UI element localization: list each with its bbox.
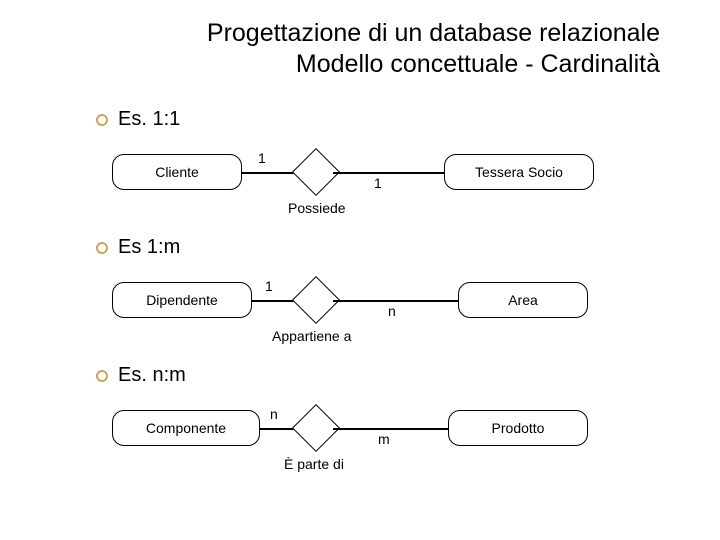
entity-label: Dipendente <box>146 292 218 308</box>
entity-label: Cliente <box>155 164 199 180</box>
cardinality-left-2: 1 <box>265 278 273 294</box>
heading-text-1: Es. 1:1 <box>118 108 180 131</box>
title-line-1: Progettazione di un database relazionale <box>207 19 660 47</box>
title-line-2: Modello concettuale - Cardinalità <box>296 50 660 78</box>
bullet-icon <box>96 370 108 382</box>
entity-area: Area <box>458 282 588 318</box>
section-heading-3: Es. n:m <box>96 364 186 387</box>
entity-label: Prodotto <box>492 420 545 436</box>
connector-line <box>333 428 448 430</box>
connector-line <box>333 172 444 174</box>
cardinality-right-1: 1 <box>374 175 382 191</box>
relationship-label-1: Possiede <box>288 200 346 216</box>
heading-text-2: Es 1:m <box>118 236 180 259</box>
heading-text-3: Es. n:m <box>118 364 186 387</box>
bullet-icon <box>96 114 108 126</box>
entity-dipendente: Dipendente <box>112 282 252 318</box>
cardinality-right-2: n <box>388 303 396 319</box>
entity-label: Tessera Socio <box>475 164 563 180</box>
entity-prodotto: Prodotto <box>448 410 588 446</box>
connector-line <box>242 172 299 174</box>
bullet-icon <box>96 242 108 254</box>
section-heading-1: Es. 1:1 <box>96 108 180 131</box>
slide-title: Progettazione di un database relazionale… <box>207 18 660 81</box>
section-heading-2: Es 1:m <box>96 236 180 259</box>
cardinality-left-1: 1 <box>258 150 266 166</box>
entity-label: Componente <box>146 420 226 436</box>
relationship-label-3: È parte di <box>284 456 344 472</box>
cardinality-left-3: n <box>270 406 278 422</box>
relationship-label-2: Appartiene a <box>272 328 351 344</box>
entity-tessera-socio: Tessera Socio <box>444 154 594 190</box>
entity-label: Area <box>508 292 538 308</box>
entity-componente: Componente <box>112 410 260 446</box>
entity-cliente: Cliente <box>112 154 242 190</box>
connector-line <box>333 300 458 302</box>
cardinality-right-3: m <box>378 431 390 447</box>
